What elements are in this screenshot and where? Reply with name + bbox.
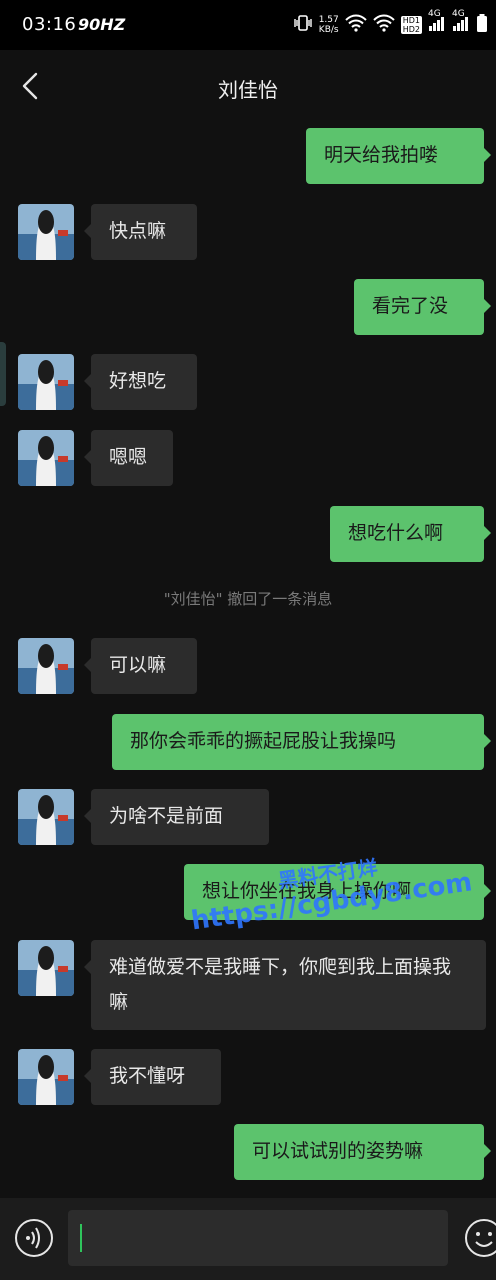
avatar-photo (18, 940, 74, 996)
message-bubble-received[interactable]: 难道做爱不是我睡下，你爬到我上面操我嘛 (84, 940, 486, 1030)
message-text: 可以试试别的姿势嘛 (252, 1140, 424, 1162)
message-bubble-sent[interactable]: 可以试试别的姿势嘛 (234, 1124, 491, 1180)
chat-header: 刘佳怡 (0, 50, 496, 122)
avatar[interactable] (18, 940, 74, 996)
avatar[interactable] (18, 354, 74, 410)
status-bar: 03:16 90HZ 1.57 KB/s HD1 HD2 4G 4G (0, 0, 496, 50)
emoji-button[interactable] (464, 1218, 496, 1258)
avatar[interactable] (18, 430, 74, 486)
message-text: 想让你坐在我身上操你啊 (202, 880, 412, 902)
avatar[interactable] (18, 638, 74, 694)
message-text: 为啥不是前面 (109, 805, 224, 827)
avatar-photo (18, 204, 74, 260)
recall-notice: "刘佳怡" 撤回了一条消息 (163, 590, 333, 608)
message-bubble-sent[interactable]: 看完了没 (354, 279, 491, 335)
message-text: 看完了没 (372, 295, 449, 317)
avatar-photo (18, 430, 74, 486)
wifi-icon (345, 14, 367, 35)
avatar[interactable] (18, 1049, 74, 1105)
message-bubble-sent[interactable]: 明天给我拍喽 (306, 128, 491, 184)
wifi-icon-secondary (373, 14, 395, 35)
edge-handle[interactable] (0, 342, 6, 406)
signal-icon: 4G (428, 9, 446, 34)
message-bubble-received[interactable]: 快点嘛 (84, 204, 197, 260)
message-text: 快点嘛 (109, 220, 167, 242)
message-input[interactable] (68, 1210, 448, 1266)
avatar-photo (18, 1049, 74, 1105)
message-text: 嗯嗯 (109, 446, 148, 468)
status-time: 03:16 (22, 14, 77, 35)
refresh-rate: 90HZ (78, 15, 126, 34)
signal-icon-secondary: 4G (452, 9, 470, 34)
text-caret (80, 1224, 82, 1252)
avatar[interactable] (18, 204, 74, 260)
message-text: 好想吃 (109, 370, 167, 392)
message-bubble-received[interactable]: 可以嘛 (84, 638, 197, 694)
emoji-icon (465, 1219, 496, 1257)
message-text: 想吃什么啊 (348, 522, 444, 544)
net-speed: 1.57 KB/s (318, 14, 339, 35)
battery-icon (476, 14, 488, 35)
chat-title: 刘佳怡 (218, 78, 278, 102)
message-text: 那你会乖乖的撅起屁股让我操吗 (130, 730, 397, 752)
message-text: 难道做爱不是我睡下，你爬到我上面操我嘛 (109, 956, 452, 1013)
message-bubble-received[interactable]: 我不懂呀 (84, 1049, 221, 1105)
message-bubble-sent[interactable]: 想让你坐在我身上操你啊 (184, 864, 491, 920)
voice-icon (15, 1219, 53, 1257)
voice-button[interactable] (14, 1218, 54, 1258)
avatar[interactable] (18, 789, 74, 845)
avatar-photo (18, 638, 74, 694)
message-text: 可以嘛 (109, 654, 167, 676)
message-bubble-sent[interactable]: 那你会乖乖的撅起屁股让我操吗 (112, 714, 491, 770)
message-text: 明天给我拍喽 (324, 144, 439, 166)
status-icons: 1.57 KB/s HD1 HD2 4G 4G (293, 9, 488, 35)
message-bubble-received[interactable]: 嗯嗯 (84, 430, 173, 486)
message-bubble-received[interactable]: 好想吃 (84, 354, 197, 410)
message-bubble-sent[interactable]: 想吃什么啊 (330, 506, 491, 562)
hd-badge: HD1 HD2 (400, 15, 422, 34)
input-bar (0, 1198, 496, 1280)
avatar-photo (18, 789, 74, 845)
vibrate-icon (293, 14, 313, 35)
message-bubble-received[interactable]: 为啥不是前面 (84, 789, 269, 845)
avatar-photo (18, 354, 74, 410)
message-text: 我不懂呀 (109, 1065, 186, 1087)
